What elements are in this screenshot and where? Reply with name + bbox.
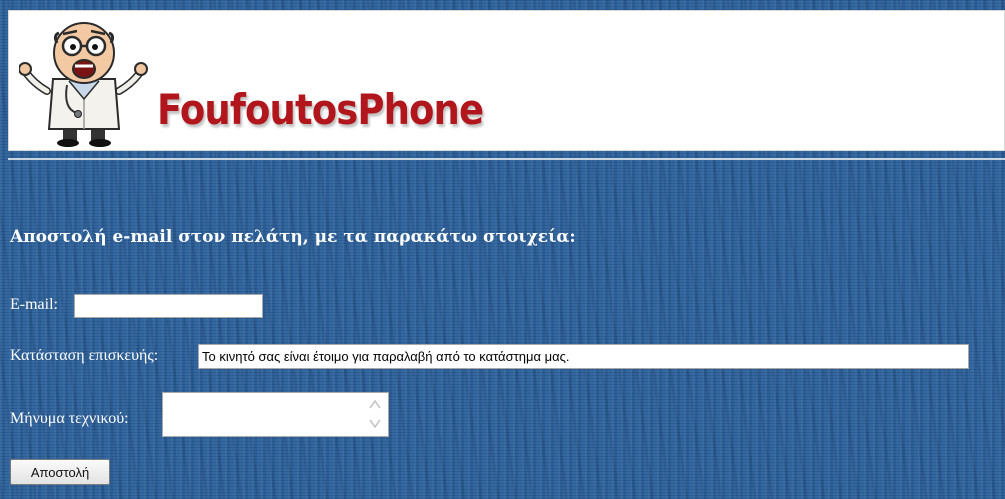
- email-input[interactable]: [74, 294, 263, 318]
- textarea-scroll-arrows-icon[interactable]: [368, 396, 382, 432]
- header-divider: [8, 158, 1005, 160]
- status-input[interactable]: [198, 344, 969, 369]
- form-title: Αποστολή e-mail στον πελάτη, με τα παρακ…: [10, 227, 576, 247]
- send-button[interactable]: Αποστολή: [10, 459, 110, 485]
- status-label: Κατάσταση επισκευής:: [10, 347, 159, 365]
- site-header: FoufoutosPhone: [8, 10, 1005, 151]
- message-textarea[interactable]: [162, 392, 389, 437]
- site-logo-text: FoufoutosPhone: [157, 85, 484, 134]
- message-row: Μήνυμα τεχνικού:: [10, 410, 129, 428]
- status-row: Κατάσταση επισκευής:: [10, 347, 158, 365]
- email-row: E-mail:: [10, 296, 58, 314]
- email-label: E-mail:: [10, 296, 58, 314]
- panicked-doctor-icon: [19, 22, 148, 147]
- message-label: Μήνυμα τεχνικού:: [10, 410, 129, 428]
